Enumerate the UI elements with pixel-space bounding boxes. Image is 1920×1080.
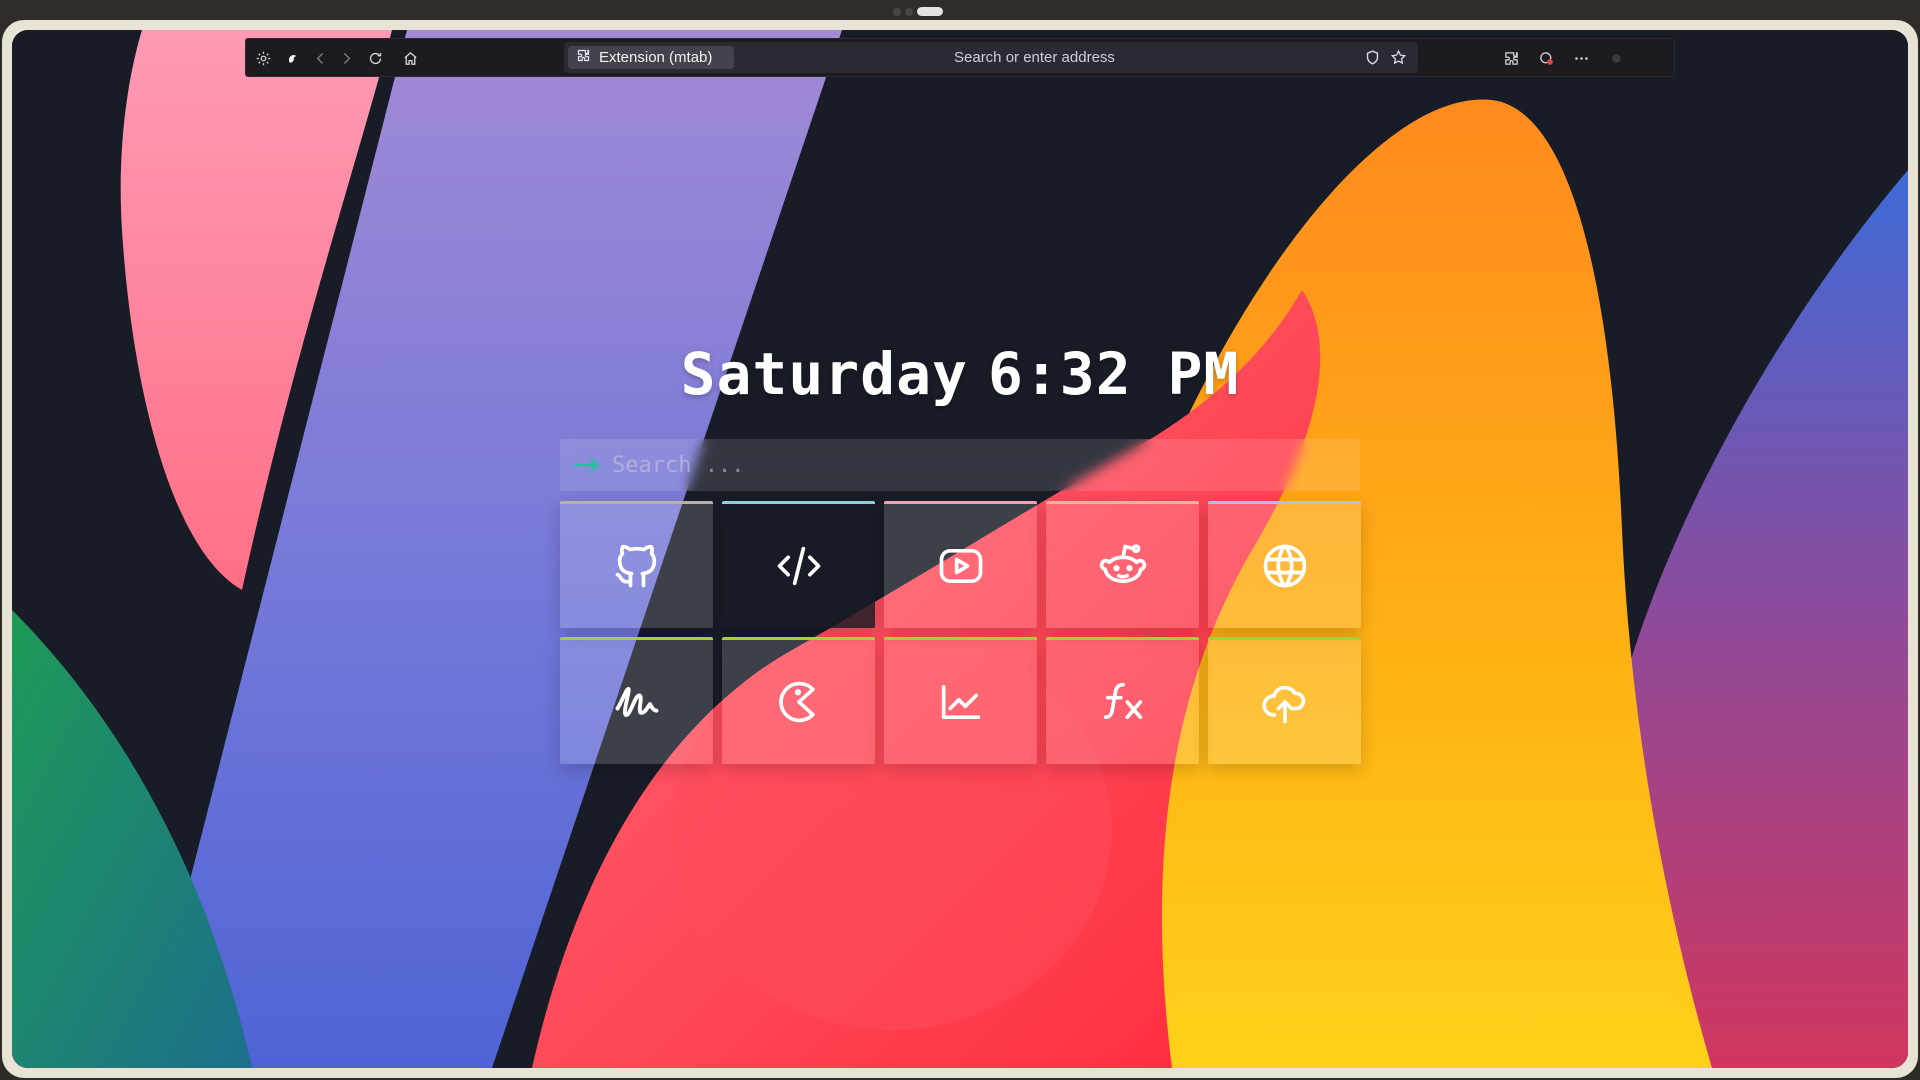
tile-youtube[interactable]: [884, 501, 1037, 628]
search-bar: [560, 439, 1360, 491]
home-icon[interactable]: [401, 49, 419, 67]
extension-tab-pill[interactable]: Extension (mtab): [568, 46, 734, 69]
back-arrow-icon[interactable]: [311, 49, 329, 67]
youtube-icon: [939, 548, 982, 584]
bookmark-star-icon[interactable]: [1390, 49, 1407, 66]
top-indicator: [893, 7, 943, 16]
browser-viewport: Extension (mtab) Search or enter address: [12, 30, 1908, 1068]
function-icon: [1103, 682, 1142, 720]
tile-cloud-upload[interactable]: [1208, 637, 1361, 764]
tile-code[interactable]: [722, 501, 875, 628]
time-label: 6:32 PM: [987, 340, 1240, 408]
arrow-right-icon: [574, 457, 600, 473]
day-label: Saturday: [680, 340, 968, 408]
forward-arrow-icon[interactable]: [337, 49, 355, 67]
tile-github[interactable]: [560, 501, 713, 628]
tile-globe[interactable]: [1208, 501, 1361, 628]
device-top-bar: [0, 0, 1920, 22]
reload-icon[interactable]: [366, 49, 384, 67]
globe-icon: [1263, 544, 1306, 588]
scribble-icon: [615, 687, 658, 717]
status-dot-icon: [1607, 49, 1625, 67]
tile-chart[interactable]: [884, 637, 1037, 764]
code-icon: [777, 546, 820, 586]
shield-icon[interactable]: [1364, 49, 1381, 66]
device-frame: Extension (mtab) Search or enter address: [2, 20, 1918, 1078]
chart-line-icon: [941, 684, 980, 720]
reddit-icon: [1099, 544, 1146, 584]
blocker-icon[interactable]: [1537, 49, 1555, 67]
pacman-icon: [778, 681, 815, 723]
extension-puzzle-icon: [576, 48, 591, 67]
bookmark-grid: [560, 501, 1361, 764]
tile-scribble[interactable]: [560, 637, 713, 764]
github-icon: [615, 544, 656, 588]
search-input[interactable]: [612, 452, 1312, 478]
extensions-icon[interactable]: [1502, 49, 1520, 67]
date-time-display: Saturday 6:32 PM: [12, 340, 1908, 408]
browser-toolbar: Extension (mtab) Search or enter address: [245, 38, 1675, 77]
profile-icon[interactable]: [283, 49, 301, 67]
cloud-upload-icon: [1261, 685, 1305, 724]
settings-icon[interactable]: [254, 49, 272, 67]
tile-pacman[interactable]: [722, 637, 875, 764]
address-placeholder: Search or enter address: [954, 49, 1115, 66]
extension-tab-label: Extension (mtab): [599, 49, 713, 66]
tile-function[interactable]: [1046, 637, 1199, 764]
more-menu-icon[interactable]: [1572, 49, 1590, 67]
tile-reddit[interactable]: [1046, 501, 1199, 628]
address-bar[interactable]: Extension (mtab) Search or enter address: [564, 42, 1418, 73]
